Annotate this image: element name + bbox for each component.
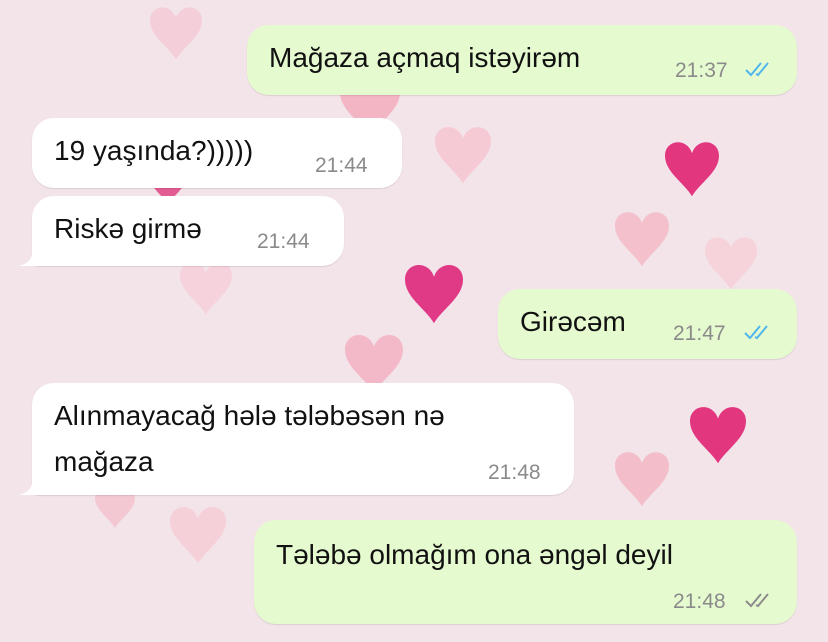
message-text: Tələbə olmağım ona əngəl deyil <box>276 539 673 570</box>
message-timestamp: 21:48 <box>673 590 726 613</box>
outgoing-message-bubble[interactable]: Mağaza açmaq istəyirəm 21:37 <box>247 25 797 95</box>
delivered-double-check-icon <box>745 593 769 608</box>
bubble-tail <box>18 477 40 495</box>
message-text: 19 yaşında?))))) <box>54 135 254 166</box>
heart-icon <box>405 265 463 324</box>
message-timestamp: 21:44 <box>257 230 310 253</box>
heart-icon <box>615 212 669 267</box>
message-timestamp: 21:47 <box>673 322 726 345</box>
outgoing-message-bubble[interactable]: Tələbə olmağım ona əngəl deyil 21:48 <box>254 520 797 624</box>
message-text: Girəcəm <box>520 306 626 337</box>
message-text-line-2: mağaza <box>54 446 154 477</box>
read-double-check-icon <box>745 62 769 77</box>
incoming-message-bubble[interactable]: Riskə girmə 21:44 <box>32 196 344 266</box>
incoming-message-bubble[interactable]: Alınmayacağ hələ tələbəsən nə mağaza 21:… <box>32 383 574 495</box>
heart-icon <box>180 262 232 315</box>
message-timestamp: 21:37 <box>675 59 728 82</box>
heart-icon <box>170 507 226 564</box>
heart-icon <box>150 7 202 60</box>
message-text: Mağaza açmaq istəyirəm <box>269 42 581 73</box>
heart-icon <box>615 452 669 507</box>
heart-icon <box>690 407 746 464</box>
heart-icon <box>705 237 757 290</box>
message-text: Riskə girmə <box>54 213 202 244</box>
incoming-message-bubble[interactable]: 19 yaşında?))))) 21:44 <box>32 118 402 188</box>
heart-icon <box>665 142 719 197</box>
message-timestamp: 21:44 <box>315 154 368 177</box>
heart-icon <box>435 127 491 184</box>
message-text-line-1: Alınmayacağ hələ tələbəsən nə <box>54 400 445 431</box>
bubble-tail <box>18 248 40 266</box>
outgoing-message-bubble[interactable]: Girəcəm 21:47 <box>498 289 797 359</box>
read-double-check-icon <box>744 325 768 340</box>
message-timestamp: 21:48 <box>488 461 541 484</box>
